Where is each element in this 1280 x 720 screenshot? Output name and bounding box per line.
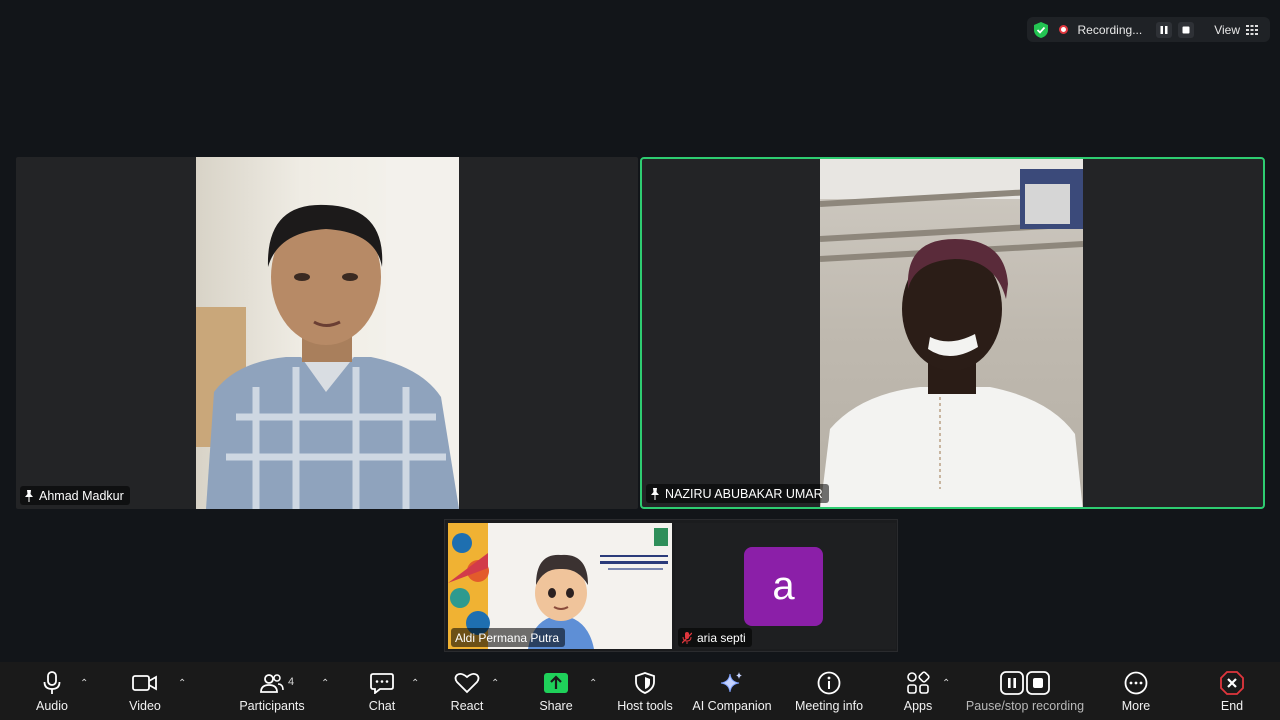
participant-name: Aldi Permana Putra (455, 630, 560, 645)
stop-recording-button[interactable] (1178, 21, 1195, 38)
chat-options-caret[interactable]: ⌃ (411, 678, 419, 689)
video-options-caret[interactable]: ⌃ (178, 678, 186, 689)
participant-name: aria septi (697, 630, 746, 645)
ai-companion-label: AI Companion (692, 698, 772, 713)
apps-icon (906, 670, 930, 696)
end-label: End (1220, 698, 1244, 713)
name-tag: NAZIRU ABUBAKAR UMAR (646, 484, 829, 503)
video-tile-aria-septi[interactable]: a aria septi (675, 523, 896, 649)
apps-label: Apps (903, 698, 933, 713)
participant-name: Ahmad Madkur (39, 488, 124, 503)
pause-stop-recording-icon (1000, 670, 1050, 696)
recording-dot-icon (1058, 25, 1068, 34)
host-tools-label: Host tools (617, 698, 673, 713)
encryption-shield-icon[interactable] (1033, 21, 1049, 39)
share-screen-icon (543, 670, 569, 696)
participants-label: Participants (239, 698, 305, 713)
recording-bar: Recording... View (1026, 17, 1270, 42)
participant-filmstrip: Aldi Permana Putra a aria septi (444, 519, 898, 652)
video-camera-icon (132, 670, 158, 696)
video-label: Video (129, 698, 161, 713)
participant-count: 4 (288, 676, 295, 688)
ai-companion-button[interactable]: AI Companion (690, 662, 774, 720)
video-tile-naziru-abubakar-umar[interactable]: NAZIRU ABUBAKAR UMAR (640, 157, 1265, 509)
audio-label: Audio (36, 698, 68, 713)
pause-icon (1160, 25, 1168, 34)
share-button[interactable]: Share (536, 662, 576, 720)
video-tile-aldi-permana-putra[interactable]: Aldi Permana Putra (448, 523, 672, 649)
name-tag: aria septi (678, 628, 752, 647)
info-icon (817, 670, 841, 696)
pin-icon (25, 489, 33, 502)
recording-status: Recording... (1077, 22, 1143, 37)
host-tools-button[interactable]: Host tools (614, 662, 676, 720)
audio-button[interactable]: Audio (32, 662, 72, 720)
microphone-icon (42, 670, 62, 696)
name-tag: Ahmad Madkur (20, 486, 130, 505)
close-icon (1220, 670, 1244, 696)
react-button[interactable]: React (447, 662, 487, 720)
meeting-info-label: Meeting info (794, 698, 864, 713)
chat-button[interactable]: Chat (362, 662, 402, 720)
video-button[interactable]: Video (124, 662, 166, 720)
grid-icon (1246, 24, 1258, 35)
participants-icon (260, 670, 284, 696)
participant-video (820, 159, 1083, 507)
stop-icon (1182, 26, 1190, 33)
end-meeting-button[interactable]: End (1212, 662, 1252, 720)
participants-options-caret[interactable]: ⌃ (321, 678, 329, 689)
meeting-toolbar: Audio ⌃ Video ⌃ Participants 4 ⌃ Chat ⌃ … (0, 662, 1280, 720)
more-button[interactable]: More (1116, 662, 1156, 720)
react-options-caret[interactable]: ⌃ (491, 678, 499, 689)
more-label: More (1121, 698, 1151, 713)
share-options-caret[interactable]: ⌃ (589, 678, 597, 689)
participant-video (196, 157, 459, 509)
react-label: React (450, 698, 484, 713)
sparkle-icon (719, 670, 745, 696)
apps-button[interactable]: Apps (898, 662, 938, 720)
share-label: Share (539, 698, 573, 713)
heart-icon (454, 670, 480, 696)
pause-stop-recording-label: Pause/stop recording (965, 698, 1085, 713)
view-button[interactable]: View (1214, 23, 1258, 37)
shield-icon (635, 670, 655, 696)
chat-label: Chat (368, 698, 396, 713)
avatar: a (744, 547, 823, 626)
more-icon (1124, 670, 1148, 696)
meeting-area: Recording... View Ahmad Madkur NAZIRU AB… (0, 0, 1280, 662)
pause-recording-button[interactable] (1156, 21, 1173, 38)
pause-stop-recording-button[interactable]: Pause/stop recording (963, 662, 1087, 720)
audio-options-caret[interactable]: ⌃ (80, 678, 88, 689)
video-tile-ahmad-madkur[interactable]: Ahmad Madkur (16, 157, 638, 509)
muted-mic-icon (682, 631, 692, 644)
meeting-info-button[interactable]: Meeting info (790, 662, 868, 720)
chat-icon (370, 670, 394, 696)
name-tag: Aldi Permana Putra (451, 628, 566, 647)
view-label: View (1214, 22, 1240, 37)
apps-options-caret[interactable]: ⌃ (942, 678, 950, 689)
participants-button[interactable]: Participants (236, 662, 308, 720)
pin-icon (651, 487, 659, 500)
participant-name: NAZIRU ABUBAKAR UMAR (665, 486, 823, 501)
